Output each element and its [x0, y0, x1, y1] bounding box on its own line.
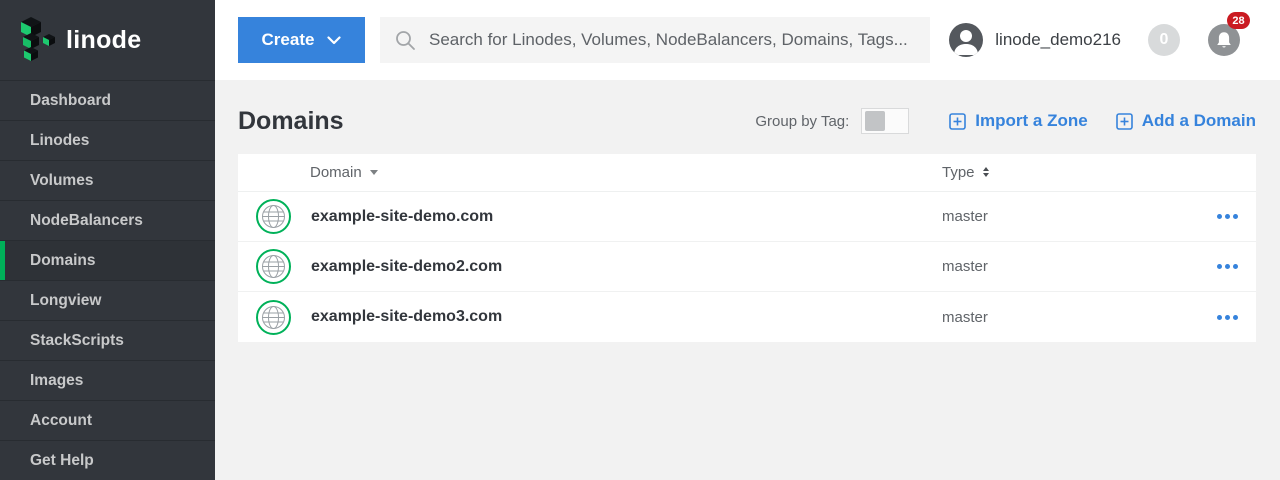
sidebar-item-label: Account	[30, 412, 92, 430]
sidebar-item-volumes[interactable]: Volumes	[0, 160, 215, 200]
notifications: 28	[1208, 24, 1240, 56]
sidebar-item-dashboard[interactable]: Dashboard	[0, 80, 215, 120]
plus-square-icon	[949, 113, 966, 130]
actions-cell	[1192, 310, 1256, 325]
caret-down-icon	[370, 170, 378, 175]
brand-wordmark: linode	[66, 26, 141, 55]
sidebar-item-linodes[interactable]: Linodes	[0, 120, 215, 160]
sidebar-nav: Dashboard Linodes Volumes NodeBalancers …	[0, 80, 215, 480]
row-actions-button[interactable]	[1215, 259, 1240, 274]
group-by-tag-label: Group by Tag:	[755, 113, 849, 130]
sidebar-item-stackscripts[interactable]: StackScripts	[0, 320, 215, 360]
domain-type: master	[942, 309, 1192, 326]
sidebar-item-label: Dashboard	[30, 92, 111, 110]
sidebar-item-label: Volumes	[30, 172, 93, 190]
user-cluster: linode_demo216 0 28	[949, 23, 1240, 57]
sort-by-domain[interactable]: Domain	[310, 164, 378, 181]
domain-type: master	[942, 258, 1192, 275]
add-a-domain-link[interactable]: Add a Domain	[1116, 111, 1256, 131]
row-actions-button[interactable]	[1215, 209, 1240, 224]
global-search[interactable]	[380, 17, 930, 63]
notifications-count-badge[interactable]: 28	[1227, 12, 1250, 29]
sidebar: linode Dashboard Linodes Volumes NodeBal…	[0, 0, 215, 480]
domain-name: example-site-demo2.com	[311, 258, 502, 276]
plus-square-icon	[1116, 113, 1133, 130]
domain-cell: example-site-demo.com	[238, 198, 942, 235]
group-by-tag-toggle[interactable]	[861, 108, 909, 134]
bell-icon	[1215, 31, 1233, 50]
page-header-actions: Group by Tag: Import a Zone Add a Doma	[755, 108, 1256, 134]
sidebar-item-label: Domains	[30, 252, 95, 270]
actions-cell	[1192, 209, 1256, 224]
column-header-type: Type	[942, 164, 1192, 182]
column-label: Domain	[310, 164, 362, 181]
domain-type: master	[942, 208, 1192, 225]
domain-cell: example-site-demo3.com	[238, 299, 942, 336]
column-header-domain: Domain	[238, 164, 942, 182]
sidebar-item-label: Longview	[30, 292, 101, 310]
user-icon	[949, 23, 983, 57]
table-row[interactable]: example-site-demo2.com master	[238, 242, 1256, 292]
topbar: Create linode_demo216 0 2	[215, 0, 1280, 80]
column-label: Type	[942, 164, 975, 181]
sidebar-item-label: Linodes	[30, 132, 89, 150]
avatar[interactable]	[949, 23, 983, 57]
row-actions-button[interactable]	[1215, 310, 1240, 325]
table-row[interactable]: example-site-demo3.com master	[238, 292, 1256, 342]
toggle-knob	[865, 111, 885, 131]
main-content: Domains Group by Tag: Import a Zone	[215, 80, 1280, 480]
caret-up-down-icon	[983, 167, 989, 177]
sidebar-item-nodebalancers[interactable]: NodeBalancers	[0, 200, 215, 240]
sidebar-item-label: Get Help	[30, 452, 94, 470]
sidebar-item-label: Images	[30, 372, 83, 390]
pending-events-badge[interactable]: 0	[1148, 24, 1180, 56]
add-a-domain-label: Add a Domain	[1142, 111, 1256, 131]
sidebar-item-account[interactable]: Account	[0, 400, 215, 440]
search-input[interactable]	[429, 30, 916, 50]
domains-table: Domain Type	[238, 154, 1256, 342]
linode-logo[interactable]: linode	[0, 0, 215, 80]
domain-name: example-site-demo.com	[311, 208, 493, 226]
globe-icon	[255, 248, 292, 285]
actions-cell	[1192, 259, 1256, 274]
sidebar-item-label: StackScripts	[30, 332, 124, 350]
linode-cubes-icon	[17, 15, 57, 65]
domain-name: example-site-demo3.com	[311, 308, 502, 326]
table-header-row: Domain Type	[238, 154, 1256, 192]
sidebar-item-get-help[interactable]: Get Help	[0, 440, 215, 480]
sidebar-item-images[interactable]: Images	[0, 360, 215, 400]
username[interactable]: linode_demo216	[995, 30, 1121, 50]
table-body: example-site-demo.com master example-sit…	[238, 192, 1256, 342]
create-button-label: Create	[262, 30, 315, 50]
sort-by-type[interactable]: Type	[942, 164, 989, 181]
table-row[interactable]: example-site-demo.com master	[238, 192, 1256, 242]
search-icon	[394, 29, 416, 51]
domain-cell: example-site-demo2.com	[238, 248, 942, 285]
globe-icon	[255, 198, 292, 235]
sidebar-item-domains[interactable]: Domains	[0, 240, 215, 280]
page-header: Domains Group by Tag: Import a Zone	[238, 106, 1256, 136]
sidebar-item-longview[interactable]: Longview	[0, 280, 215, 320]
import-a-zone-link[interactable]: Import a Zone	[949, 111, 1087, 131]
import-a-zone-label: Import a Zone	[975, 111, 1087, 131]
create-button[interactable]: Create	[238, 17, 365, 63]
page-title: Domains	[238, 107, 344, 136]
chevron-down-icon	[327, 36, 341, 45]
globe-icon	[255, 299, 292, 336]
sidebar-item-label: NodeBalancers	[30, 212, 143, 230]
